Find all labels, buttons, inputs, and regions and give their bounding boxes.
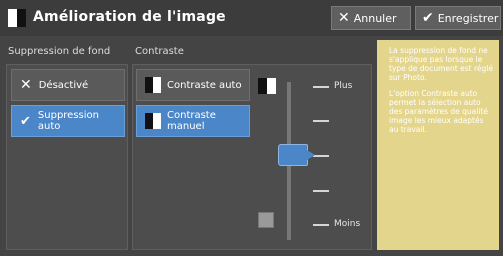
save-label: Enregistrer	[437, 11, 499, 25]
page-title: Amélioration de l'image	[33, 9, 226, 25]
option-auto-suppression-label: Suppression auto	[37, 110, 99, 132]
option-manual-contrast-label: Contraste manuel	[167, 110, 216, 132]
cancel-label: Annuler	[353, 11, 397, 25]
background-suppression-heading: Suppression de fond	[8, 46, 111, 57]
low-contrast-icon	[258, 212, 274, 228]
high-contrast-icon	[258, 78, 276, 94]
slider-top-label: Plus	[334, 81, 353, 91]
option-manual-contrast[interactable]: Contraste manuel	[136, 105, 250, 137]
contrast-slider[interactable]: Plus Moins	[255, 74, 365, 244]
check-icon: ✔	[422, 10, 434, 26]
info-text-1: La suppression de fond ne s'applique pas…	[389, 46, 493, 82]
option-disabled[interactable]: ✕ Désactivé	[11, 69, 125, 101]
title-bar: Amélioration de l'image ✕ Annuler ✔ Enre…	[0, 0, 503, 36]
check-icon: ✔	[20, 113, 31, 129]
info-panel: La suppression de fond ne s'applique pas…	[377, 40, 499, 250]
main-content: Suppression de fond ✕ Désactivé ✔ Suppre…	[0, 36, 503, 256]
option-auto-contrast[interactable]: Contraste auto	[136, 69, 250, 101]
image-enhancement-screen: Amélioration de l'image ✕ Annuler ✔ Enre…	[0, 0, 503, 256]
slider-knob[interactable]	[278, 144, 315, 166]
contrast-heading: Contraste	[135, 46, 184, 57]
option-auto-suppression[interactable]: ✔ Suppression auto	[11, 105, 125, 137]
slider-tick[interactable]	[313, 120, 329, 122]
x-icon: ✕	[338, 10, 350, 26]
option-disabled-label: Désactivé	[38, 79, 89, 91]
option-auto-contrast-label: Contraste auto	[167, 79, 242, 91]
info-text-2: L'option Contraste auto permet la sélect…	[389, 89, 488, 134]
slider-bottom-label: Moins	[334, 219, 361, 229]
slider-tick[interactable]	[313, 155, 329, 157]
cancel-button[interactable]: ✕ Annuler	[331, 6, 411, 30]
save-button[interactable]: ✔ Enregistrer	[415, 6, 501, 30]
x-icon: ✕	[20, 77, 32, 93]
slider-tick[interactable]	[313, 190, 329, 192]
image-quality-icon	[8, 9, 26, 27]
slider-tick[interactable]	[313, 224, 329, 226]
slider-tick[interactable]	[313, 86, 329, 88]
contrast-icon	[145, 77, 161, 93]
contrast-icon	[145, 113, 161, 129]
